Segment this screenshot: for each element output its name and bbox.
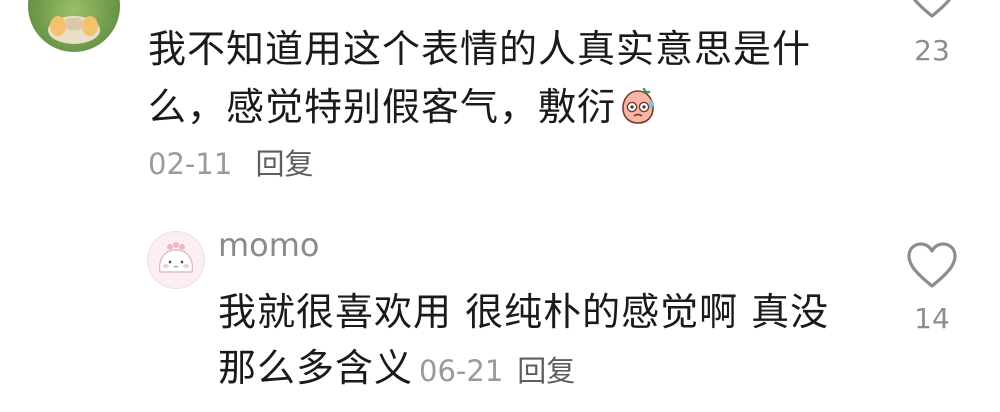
comment-date: 02-11 [148, 147, 233, 181]
sweat-face-emoji-icon [618, 84, 658, 142]
comment-text: 我不知道用这个表情的人真实意思是什么，感觉特别假客气，敷衍 [148, 20, 848, 142]
reply-button[interactable]: 回复 [256, 147, 314, 181]
reply-username[interactable]: momo [218, 226, 320, 264]
reply-date: 06-21 [419, 354, 504, 388]
commenter-avatar[interactable] [28, 0, 120, 52]
comment-body: 我不知道用这个表情的人真实意思是什么，感觉特别假客气，敷衍 [148, 27, 812, 129]
comment-meta: 02-11 回复 [148, 141, 314, 183]
like-count: 23 [914, 34, 950, 67]
like-icon[interactable] [906, 242, 958, 294]
like-icon[interactable] [906, 0, 958, 24]
like-count: 14 [914, 302, 950, 335]
replier-avatar[interactable] [147, 231, 205, 289]
reply-button[interactable]: 回复 [517, 354, 575, 388]
reply-meta: 06-21 回复 [419, 354, 575, 388]
avatar-cartoon-image [159, 242, 193, 273]
reply-text: 我就很喜欢用 很纯朴的感觉啊 真没那么多含义 06-21 回复 [218, 284, 858, 399]
avatar-cartoon-image [48, 16, 100, 44]
